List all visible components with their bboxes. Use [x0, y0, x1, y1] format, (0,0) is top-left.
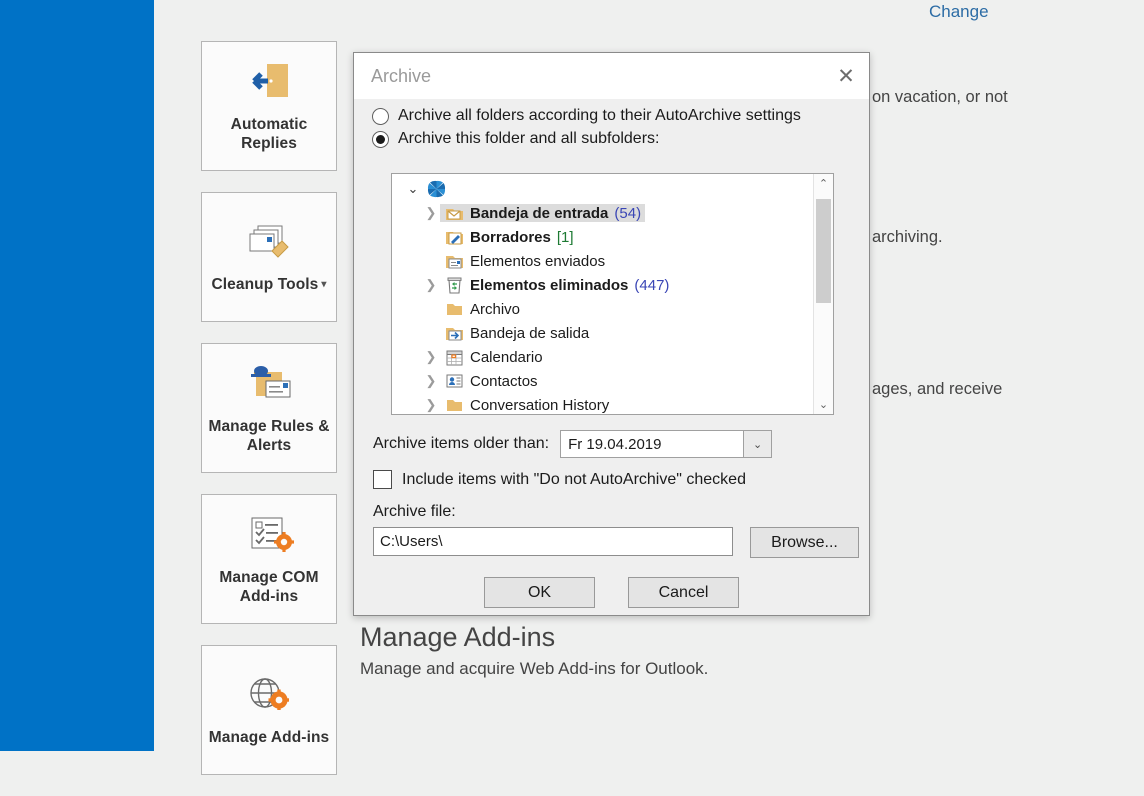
radio-button[interactable] [372, 108, 389, 125]
tree-item-contactos[interactable]: ❯ Contactos [392, 369, 813, 393]
chevron-right-icon[interactable]: ❯ [418, 277, 444, 293]
radio-archive-all-folders[interactable]: Archive all folders according to their A… [354, 107, 869, 125]
chevron-right-icon[interactable]: ❯ [418, 373, 444, 389]
dialog-button-row: OK Cancel [354, 577, 869, 608]
background-text-fragment: on vacation, or not [872, 88, 1008, 107]
chevron-down-icon[interactable]: ⌄ [814, 395, 833, 414]
tree-item-bandeja-de-entrada[interactable]: ❯ Bandeja de entrada (54) [392, 201, 813, 225]
chevron-down-icon[interactable]: ▾ [321, 279, 326, 290]
tile-label: Manage Rules & Alerts [208, 417, 330, 455]
tree-root-node[interactable]: ⌄ [392, 177, 813, 201]
tree-item-calendario[interactable]: ❯ Calendario [392, 345, 813, 369]
tree-item-label: Archivo [470, 301, 520, 318]
tree-item-borradores[interactable]: Borradores [1] [392, 225, 813, 249]
tree-item-label: Borradores [470, 229, 551, 246]
tree-item-label: Bandeja de salida [470, 325, 589, 342]
browse-button[interactable]: Browse... [750, 527, 859, 558]
cleanup-tools-icon [242, 217, 296, 269]
tile-label: Cleanup Tools▾ [211, 275, 326, 294]
tree-item-archivo[interactable]: Archivo [392, 297, 813, 321]
chevron-right-icon[interactable]: ❯ [418, 349, 444, 365]
tree-item-label: Contactos [470, 373, 538, 390]
outlook-account-icon [426, 180, 446, 198]
tree-item-label: Elementos eliminados [470, 277, 628, 294]
tree-item-count: (447) [634, 277, 669, 294]
folder-icon [444, 396, 464, 414]
dialog-titlebar: Archive ✕ [354, 53, 869, 99]
background-text-fragment: archiving. [872, 228, 943, 247]
tree-scrollbar[interactable]: ⌃ ⌄ [813, 174, 833, 414]
radio-archive-this-folder[interactable]: Archive this folder and all subfolders: [354, 130, 869, 148]
calendar-icon [444, 348, 464, 366]
archive-file-row: C:\Users\ Browse... [373, 527, 859, 558]
tree-item-label: Bandeja de entrada [470, 205, 608, 222]
page-subtitle: Manage and acquire Web Add-ins for Outlo… [360, 659, 708, 679]
contacts-icon [444, 372, 464, 390]
chevron-down-icon[interactable]: ⌄ [400, 181, 426, 197]
dialog-title: Archive [371, 66, 431, 87]
tile-label: Automatic Replies [208, 115, 330, 153]
tile-manage-com-addins[interactable]: Manage COM Add-ins [201, 494, 337, 624]
manage-rules-icon [242, 359, 296, 411]
archive-dialog: Archive ✕ Archive all folders according … [353, 52, 870, 616]
inbox-icon [444, 204, 464, 222]
tree-item-count: [1] [557, 229, 574, 246]
sent-icon [444, 252, 464, 270]
chevron-down-icon[interactable]: ⌄ [744, 430, 772, 458]
date-picker[interactable]: Fr 19.04.2019 ⌄ [560, 430, 772, 458]
archive-older-than-row: Archive items older than: Fr 19.04.2019 … [373, 430, 772, 458]
close-icon[interactable]: ✕ [823, 53, 869, 99]
tree-item-conversation-history[interactable]: ❯ Conversation History [392, 393, 813, 414]
tile-label-text: Cleanup Tools [211, 276, 318, 293]
tile-label: Manage COM Add-ins [208, 568, 330, 606]
cancel-button[interactable]: Cancel [628, 577, 739, 608]
tree-item-bandeja-de-salida[interactable]: Bandeja de salida [392, 321, 813, 345]
tree-item-count: (54) [614, 205, 641, 222]
folder-tree[interactable]: ⌄ ❯ [391, 173, 834, 415]
include-do-not-autoarchive-checkbox[interactable] [373, 470, 392, 489]
tree-item-elementos-eliminados[interactable]: ❯ Elementos eliminados (447) [392, 273, 813, 297]
tile-manage-addins[interactable]: Manage Add-ins [201, 645, 337, 775]
tile-cleanup-tools[interactable]: Cleanup Tools▾ [201, 192, 337, 322]
automatic-replies-icon [242, 57, 296, 109]
tree-item-label: Calendario [470, 349, 543, 366]
ok-button[interactable]: OK [484, 577, 595, 608]
manage-com-addins-icon [242, 510, 296, 562]
deleted-icon [444, 276, 464, 294]
page-title: Manage Add-ins [360, 622, 555, 653]
include-do-not-autoarchive-label: Include items with "Do not AutoArchive" … [402, 471, 746, 489]
archive-file-input[interactable]: C:\Users\ [373, 527, 733, 556]
radio-label: Archive this folder and all subfolders: [398, 130, 659, 148]
archive-older-than-label: Archive items older than: [373, 435, 549, 453]
tree-item-label: Elementos enviados [470, 253, 605, 270]
radio-label: Archive all folders according to their A… [398, 107, 801, 125]
date-input[interactable]: Fr 19.04.2019 [560, 430, 744, 458]
background-text-fragment: ages, and receive [872, 380, 1002, 399]
tile-manage-rules-alerts[interactable]: Manage Rules & Alerts [201, 343, 337, 473]
folder-icon [444, 300, 464, 318]
chevron-right-icon[interactable]: ❯ [418, 397, 444, 413]
folder-tree-list[interactable]: ⌄ ❯ [392, 174, 813, 414]
archive-file-label: Archive file: [373, 503, 456, 521]
scrollbar-thumb[interactable] [816, 199, 831, 303]
tile-label: Manage Add-ins [209, 728, 330, 747]
change-link[interactable]: Change [929, 2, 989, 22]
chevron-up-icon[interactable]: ⌃ [814, 174, 833, 193]
drafts-icon [444, 228, 464, 246]
manage-addins-icon [242, 670, 296, 722]
tile-automatic-replies[interactable]: Automatic Replies [201, 41, 337, 171]
tree-item-label: Conversation History [470, 397, 609, 414]
radio-button[interactable] [372, 131, 389, 148]
include-do-not-autoarchive-row[interactable]: Include items with "Do not AutoArchive" … [373, 470, 746, 489]
left-blue-rail [0, 0, 154, 751]
tree-item-elementos-enviados[interactable]: Elementos enviados [392, 249, 813, 273]
outbox-icon [444, 324, 464, 342]
backstage-tile-column: Automatic Replies Cleanup Tools▾ [201, 41, 337, 796]
